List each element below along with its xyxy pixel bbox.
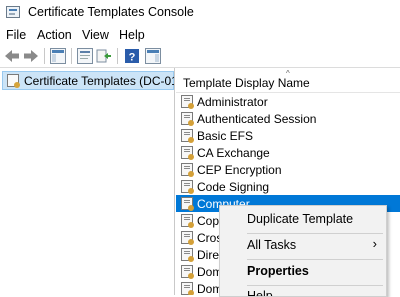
certificate-template-icon (181, 163, 194, 177)
back-icon[interactable] (4, 48, 20, 64)
template-name: CA Exchange (197, 146, 270, 160)
template-row[interactable]: Basic EFS (176, 127, 400, 144)
toolbar-separator (117, 48, 118, 64)
submenu-arrow-icon: › (372, 236, 377, 251)
show-hide-tree-icon[interactable] (50, 48, 66, 64)
menu-item-label: Properties (247, 264, 309, 278)
svg-text:?: ? (129, 52, 136, 64)
menu-help[interactable]: Help (119, 28, 145, 42)
template-name: Authenticated Session (197, 112, 317, 126)
console-app-icon (6, 6, 20, 18)
certificate-template-icon (181, 112, 194, 126)
help-icon[interactable]: ? (124, 48, 140, 64)
menu-item-label: Duplicate Template (247, 212, 354, 226)
window-title: Certificate Templates Console (28, 5, 194, 19)
template-name: Cop (197, 214, 220, 228)
template-name: CEP Encryption (197, 163, 282, 177)
template-name: Administrator (197, 95, 268, 109)
certificate-template-icon (181, 180, 194, 194)
menu-item-duplicate-template[interactable]: Duplicate Template (220, 208, 386, 230)
certificate-template-icon (181, 197, 194, 211)
show-hide-action-pane-icon[interactable] (145, 48, 161, 64)
tree-item-label: Certificate Templates (DC-01.sai (24, 74, 174, 88)
menu-item-label: All Tasks (247, 238, 297, 252)
certificate-template-icon (181, 95, 194, 109)
properties-icon[interactable] (77, 48, 93, 64)
console-tree: Certificate Templates (DC-01.sai (0, 68, 175, 295)
template-row[interactable]: Authenticated Session (176, 110, 400, 127)
menu-item-all-tasks[interactable]: All Tasks › (220, 234, 386, 256)
certificate-template-icon (181, 231, 194, 245)
menu-view[interactable]: View (82, 28, 109, 42)
column-header-label: Template Display Name (183, 76, 310, 90)
title-bar: Certificate Templates Console (0, 0, 400, 25)
menu-action[interactable]: Action (37, 28, 72, 42)
template-name: Dire (197, 248, 220, 262)
menu-file[interactable]: File (6, 28, 26, 42)
certificate-template-icon (181, 146, 194, 160)
menu-item-help[interactable]: Help (220, 286, 386, 297)
template-name: Basic EFS (197, 129, 254, 143)
certificate-template-icon (181, 129, 194, 143)
certificate-templates-icon (7, 74, 20, 88)
column-header-template-display-name[interactable]: ^ Template Display Name (176, 68, 400, 93)
export-list-icon[interactable] (96, 48, 112, 64)
template-row[interactable]: Code Signing (176, 178, 400, 195)
certificate-template-icon (181, 248, 194, 262)
forward-icon[interactable] (23, 48, 39, 64)
menu-item-properties[interactable]: Properties (220, 260, 386, 282)
certificate-template-icon (181, 214, 194, 228)
context-menu: Duplicate Template All Tasks › Propertie… (219, 205, 387, 297)
template-row[interactable]: CEP Encryption (176, 161, 400, 178)
certificate-template-icon (181, 282, 194, 295)
toolbar-separator (71, 48, 72, 64)
toolbar-separator (44, 48, 45, 64)
menu-item-label: Help (247, 289, 273, 297)
template-name: Code Signing (197, 180, 270, 194)
template-row[interactable]: CA Exchange (176, 144, 400, 161)
toolbar: ? (0, 45, 400, 68)
template-row[interactable]: Administrator (176, 93, 400, 110)
certificate-template-icon (181, 265, 194, 279)
menu-bar: File Action View Help (0, 25, 400, 45)
tree-item-certificate-templates[interactable]: Certificate Templates (DC-01.sai (2, 71, 174, 90)
